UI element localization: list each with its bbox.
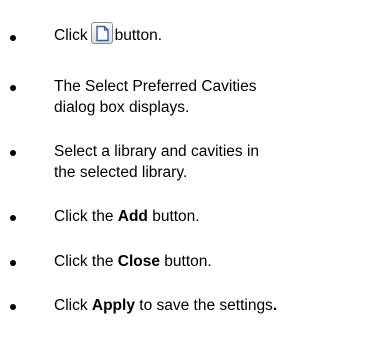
list-item: The Select Preferred Cavities dialog box… — [0, 76, 365, 120]
list-item: Click the Close button. — [0, 251, 365, 273]
step-4-post: button. — [147, 208, 200, 225]
step-text: Click button. — [54, 21, 359, 46]
bullet-icon — [10, 150, 16, 156]
step-5-bold: Close — [117, 253, 160, 270]
step-text: Click the Add button. — [54, 206, 359, 227]
list-item: Click button. — [0, 11, 365, 44]
step-3-line-1: Select a library and cavities in — [54, 143, 260, 160]
step-text: Click Apply to save the settings. — [54, 295, 359, 316]
step-3-line-2: the selected library. — [54, 164, 188, 181]
step-text: The Select Preferred Cavities dialog box… — [54, 76, 359, 118]
step-2-line-1: The Select Preferred Cavities — [54, 78, 257, 95]
step-text: Click the Close button. — [54, 251, 359, 272]
step-5-post: button. — [159, 253, 212, 270]
step-5-pre: Click the — [54, 253, 118, 270]
step-6-end: . — [272, 297, 278, 314]
instruction-list: Click button. The Select Preferred Cavit… — [0, 0, 365, 339]
step-6-post: to save the settings — [134, 297, 273, 314]
step-1-post: button. — [114, 27, 162, 44]
step-6-bold: Apply — [91, 297, 135, 314]
bullet-icon — [10, 85, 16, 91]
step-2-line-2: dialog box displays. — [54, 99, 190, 116]
list-item: Click the Add button. — [0, 206, 365, 228]
bullet-icon — [10, 260, 16, 266]
step-4-bold: Add — [117, 208, 148, 225]
step-text: Select a library and cavities in the sel… — [54, 141, 359, 183]
new-document-icon — [90, 21, 113, 44]
list-item: Select a library and cavities in the sel… — [0, 141, 365, 185]
bullet-icon — [10, 35, 16, 41]
list-item: Click Apply to save the settings. — [0, 295, 365, 317]
step-6-pre: Click — [54, 297, 92, 314]
step-1-pre: Click — [54, 27, 88, 44]
step-4-pre: Click the — [54, 208, 118, 225]
bullet-icon — [10, 215, 16, 221]
bullet-icon — [10, 304, 16, 310]
